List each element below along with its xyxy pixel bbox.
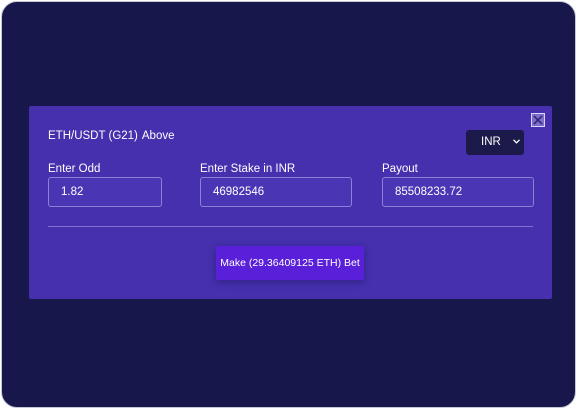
- make-bet-button[interactable]: Make (29.36409125 ETH) Bet: [216, 246, 364, 280]
- odd-label: Enter Odd: [48, 163, 101, 175]
- bet-modal: ETH/USDT (G21) Above INR Enter Odd 1.82 E…: [29, 106, 552, 299]
- stake-label: Enter Stake in INR: [200, 163, 296, 175]
- payout-field: 85508233.72: [382, 177, 534, 207]
- title-market-pair: ETH/USDT (G21): [48, 130, 138, 142]
- currency-select[interactable]: INR: [466, 130, 524, 155]
- currency-select-value: INR: [481, 136, 501, 148]
- chevron-down-icon: [513, 139, 520, 144]
- payout-label: Payout: [382, 163, 418, 175]
- stake-input[interactable]: 46982546: [200, 177, 352, 207]
- odd-input[interactable]: 1.82: [48, 177, 162, 207]
- title-direction: Above: [141, 130, 175, 142]
- modal-title: ETH/USDT (G21) Above: [48, 130, 175, 142]
- close-icon: [533, 115, 543, 125]
- divider: [48, 226, 533, 227]
- close-button[interactable]: [531, 113, 545, 127]
- app-backdrop: ETH/USDT (G21) Above INR Enter Odd 1.82 E…: [1, 1, 576, 408]
